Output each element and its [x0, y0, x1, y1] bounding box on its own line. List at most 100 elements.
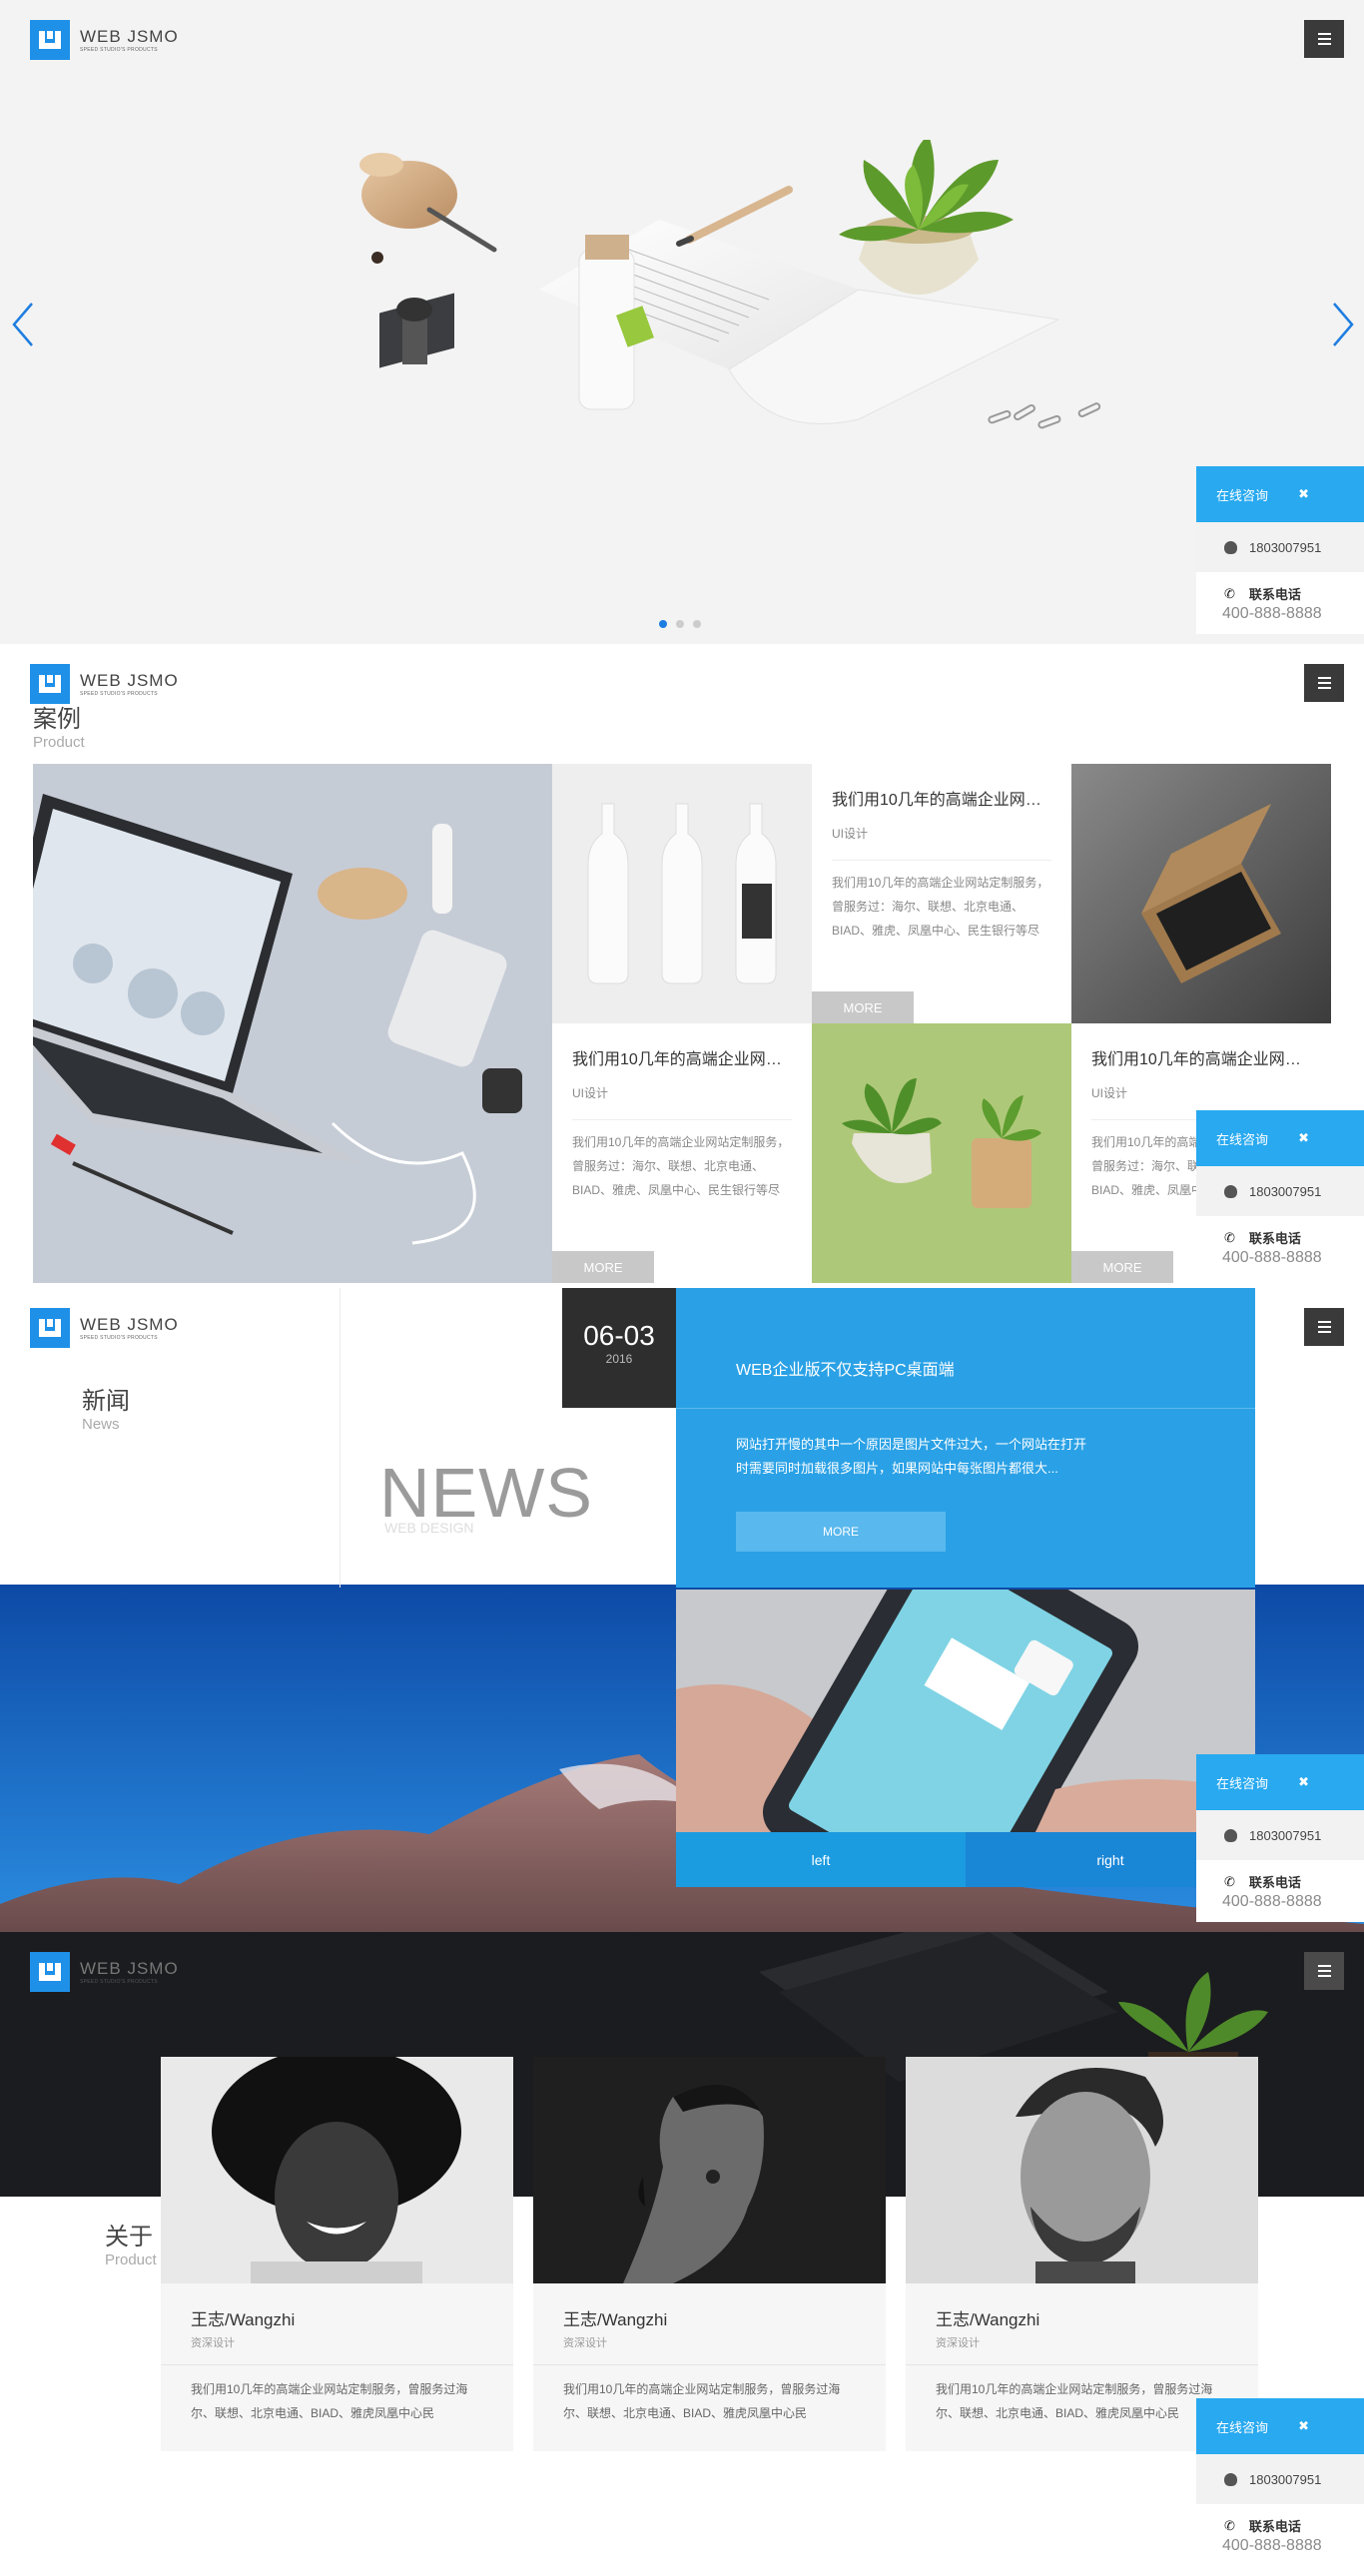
contact-tel: ✆ 联系电话 400-888-8888	[1196, 572, 1364, 634]
close-icon[interactable]: ✖	[1298, 486, 1309, 502]
tel-label: 联系电话	[1248, 1231, 1301, 1246]
tel-label: 联系电话	[1248, 2519, 1301, 2534]
news-watermark-sub: WEB DESIGN	[384, 1520, 474, 1536]
section-title: 案例	[33, 706, 81, 733]
product-desc: 我们用10几年的高端企业网站定制服务，曾服务过：海尔、联想、北京电通、BIAD、…	[832, 876, 1049, 938]
contact-title: 在线咨询	[1216, 1775, 1269, 1791]
news-desc: 网站打开慢的其中一个原因是图片文件过大，一个网站在打开时需要同时加载很多图片，如…	[736, 1437, 1087, 1476]
team-card[interactable]: 王志/Wangzhi 资深设计 我们用10几年的高端企业网站定制服务，曾服务过海…	[161, 2057, 513, 2451]
contact-title: 在线咨询	[1216, 487, 1269, 503]
product-image-plants[interactable]	[812, 1023, 1071, 1283]
brand-tagline: SPEED STUDIO'S PRODUCTS	[80, 46, 158, 53]
team-name: 王志/Wangzhi	[563, 2310, 668, 2329]
carousel-dot[interactable]	[659, 620, 667, 628]
news-headline[interactable]: WEB企业版不仅支持PC桌面端	[736, 1356, 1255, 1380]
contact-widget: 在线咨询 ✖ 1803007951 ✆ 联系电话 400-888-8888	[1196, 1110, 1364, 1278]
product-tag: UI设计	[1091, 1086, 1128, 1100]
logo[interactable]: WEB JSMO SPEED STUDIO'S PRODUCTS	[30, 664, 179, 704]
qq-icon	[1224, 1828, 1237, 1842]
hero-section: WEB JSMO SPEED STUDIO'S PRODUCTS 在线咨询 ✖ …	[0, 0, 1364, 644]
contact-title: 在线咨询	[1216, 2419, 1269, 2435]
news-prev-button[interactable]: left	[676, 1832, 966, 1887]
close-icon[interactable]: ✖	[1298, 1130, 1309, 1146]
tel-label: 联系电话	[1248, 587, 1301, 602]
prev-arrow-icon[interactable]	[8, 300, 38, 349]
contact-tel: ✆ 联系电话 400-888-8888	[1196, 1216, 1364, 1278]
contact-widget: 在线咨询 ✖ 1803007951 ✆ 联系电话 400-888-8888	[1196, 466, 1364, 634]
contact-header[interactable]: 在线咨询 ✖	[1196, 1110, 1364, 1166]
menu-icon[interactable]	[1304, 1952, 1344, 1990]
product-image-laptop[interactable]	[33, 764, 552, 1283]
team-card[interactable]: 王志/Wangzhi 资深设计 我们用10几年的高端企业网站定制服务，曾服务过海…	[533, 2057, 886, 2451]
contact-header[interactable]: 在线咨询 ✖	[1196, 2398, 1364, 2454]
contact-qq[interactable]: 1803007951	[1196, 2454, 1364, 2504]
section-subtitle: Product	[105, 2252, 157, 2268]
product-image-bottles[interactable]	[552, 764, 812, 1023]
brand-name: WEB JSMO	[80, 1314, 179, 1334]
section-subtitle: News	[82, 1416, 120, 1433]
carousel-dots	[659, 620, 701, 628]
product-card[interactable]: 我们用10几年的高端企业网站定制服务 UI设计 我们用10几年的高端企业网站定制…	[812, 764, 1071, 1023]
menu-icon[interactable]	[1304, 1308, 1344, 1346]
tel-number: 400-888-8888	[1222, 1893, 1322, 1910]
qq-icon	[1224, 1184, 1237, 1198]
contact-header[interactable]: 在线咨询 ✖	[1196, 1754, 1364, 1810]
logo[interactable]: WEB JSMO SPEED STUDIO'S PRODUCTS	[30, 1952, 179, 1992]
news-date-day: 06-03	[583, 1320, 655, 1351]
logo[interactable]: WEB JSMO SPEED STUDIO'S PRODUCTS	[30, 20, 179, 60]
phone-icon: ✆	[1224, 1229, 1235, 1245]
contact-widget: 在线咨询 ✖ 1803007951 ✆ 联系电话 400-888-8888	[1196, 2398, 1364, 2566]
product-title: 我们用10几年的高端企业网站定制服务	[1091, 1051, 1311, 1068]
contact-tel: ✆ 联系电话 400-888-8888	[1196, 2504, 1364, 2566]
carousel-dot[interactable]	[676, 620, 684, 628]
logo[interactable]: WEB JSMO SPEED STUDIO'S PRODUCTS	[30, 1308, 179, 1348]
team-photo	[161, 2057, 513, 2283]
menu-icon[interactable]	[1304, 20, 1344, 58]
product-card[interactable]: 我们用10几年的高端企业网站定制服务 UI设计 我们用10几年的高端企业网站定制…	[552, 1023, 812, 1283]
team-desc: 我们用10几年的高端企业网站定制服务，曾服务过海尔、联想、北京电通、BIAD、雅…	[936, 2382, 1213, 2420]
tel-label: 联系电话	[1248, 1875, 1301, 1890]
brand-name: WEB JSMO	[80, 670, 179, 690]
news-card[interactable]: WEB企业版不仅支持PC桌面端 网站打开慢的其中一个原因是图片文件过大，一个网站…	[676, 1288, 1255, 1588]
team-photo	[906, 2057, 1258, 2283]
product-grid: 我们用10几年的高端企业网站定制服务 UI设计 我们用10几年的高端企业网站定制…	[33, 764, 1331, 1283]
brand-tagline: SPEED STUDIO'S PRODUCTS	[80, 1978, 158, 1985]
phone-icon: ✆	[1224, 2517, 1235, 2533]
hero-image	[359, 140, 1101, 429]
team-desc: 我们用10几年的高端企业网站定制服务，曾服务过海尔、联想、北京电通、BIAD、雅…	[191, 2382, 468, 2420]
logo-icon	[30, 20, 70, 60]
product-title: 我们用10几年的高端企业网站定制服务	[832, 792, 1051, 809]
team-role: 资深设计	[563, 2337, 607, 2349]
more-button[interactable]: MORE	[812, 991, 914, 1023]
divider	[340, 1288, 341, 1588]
menu-icon[interactable]	[1304, 664, 1344, 702]
next-arrow-icon[interactable]	[1328, 300, 1358, 349]
team-name: 王志/Wangzhi	[936, 2310, 1040, 2329]
news-image[interactable]	[676, 1590, 1255, 1832]
product-desc: 我们用10几年的高端企业网站定制服务，曾服务过：海尔、联想、北京电通、BIAD、…	[572, 1135, 790, 1197]
product-title: 我们用10几年的高端企业网站定制服务	[572, 1051, 792, 1068]
team-card[interactable]: 王志/Wangzhi 资深设计 我们用10几年的高端企业网站定制服务，曾服务过海…	[906, 2057, 1258, 2451]
qq-icon	[1224, 2472, 1237, 2486]
contact-qq[interactable]: 1803007951	[1196, 1166, 1364, 1216]
brand-tagline: SPEED STUDIO'S PRODUCTS	[80, 690, 158, 697]
logo-icon	[30, 1952, 70, 1992]
qq-number: 1803007951	[1249, 2471, 1322, 2487]
logo-icon	[30, 664, 70, 704]
contact-qq[interactable]: 1803007951	[1196, 1810, 1364, 1860]
news-more-button[interactable]: MORE	[736, 1512, 946, 1552]
product-image-cardcase[interactable]	[1071, 764, 1331, 1023]
qq-icon	[1224, 540, 1237, 554]
section-title: 关于	[105, 2224, 153, 2251]
contact-qq[interactable]: 1803007951	[1196, 522, 1364, 572]
brand-name: WEB JSMO	[80, 26, 179, 46]
close-icon[interactable]: ✖	[1298, 2418, 1309, 2434]
more-button[interactable]: MORE	[1071, 1251, 1173, 1283]
team-name: 王志/Wangzhi	[191, 2310, 296, 2329]
contact-header[interactable]: 在线咨询 ✖	[1196, 466, 1364, 522]
product-tag: UI设计	[832, 827, 869, 841]
more-button[interactable]: MORE	[552, 1251, 654, 1283]
team-role: 资深设计	[191, 2337, 235, 2349]
close-icon[interactable]: ✖	[1298, 1774, 1309, 1790]
carousel-dot[interactable]	[693, 620, 701, 628]
